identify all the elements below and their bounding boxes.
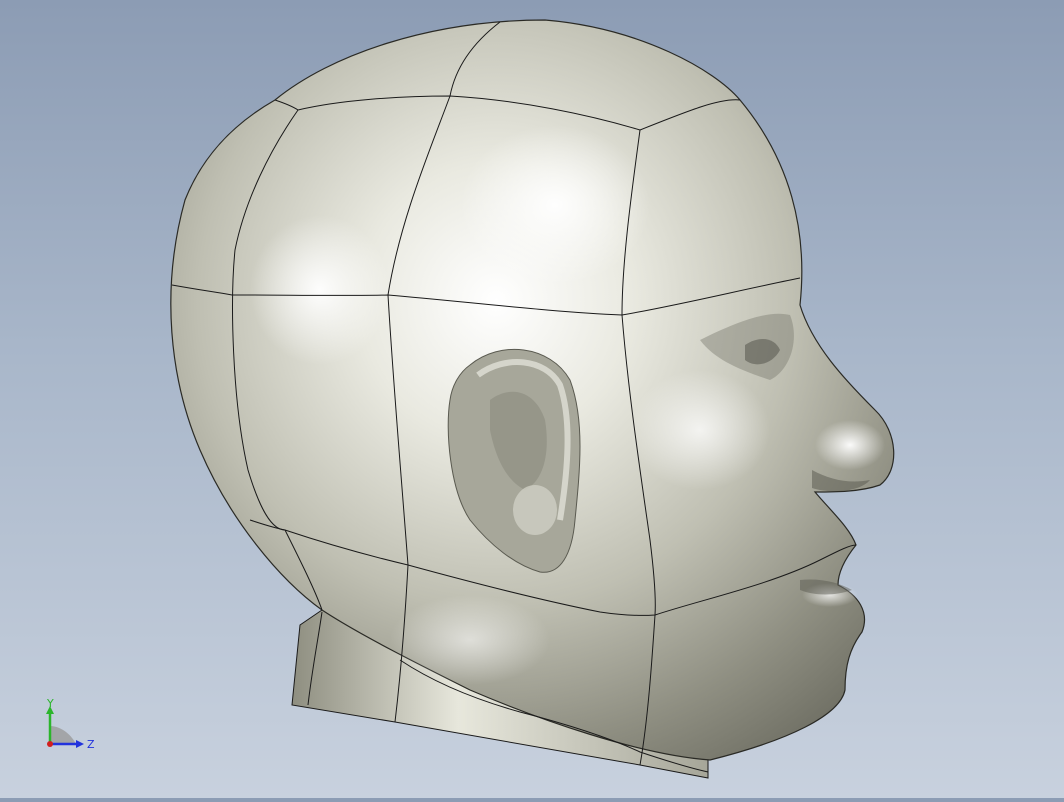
z-arrow-icon bbox=[76, 740, 84, 748]
highlight-crown bbox=[460, 125, 650, 285]
highlight-back bbox=[250, 215, 390, 365]
y-axis-label: Y bbox=[46, 697, 54, 710]
z-axis-label: Z bbox=[87, 738, 95, 751]
highlight-nose bbox=[815, 420, 885, 470]
mouth-shade bbox=[800, 579, 852, 595]
x-axis-icon bbox=[47, 741, 53, 747]
3d-viewport[interactable]: Y Z bbox=[0, 0, 1064, 798]
highlight-neck bbox=[390, 595, 550, 685]
triad-plane bbox=[50, 726, 76, 744]
model-canvas[interactable] bbox=[0, 0, 1064, 798]
view-orientation-triad[interactable]: Y Z bbox=[36, 696, 106, 756]
highlight-cheek bbox=[630, 370, 770, 490]
